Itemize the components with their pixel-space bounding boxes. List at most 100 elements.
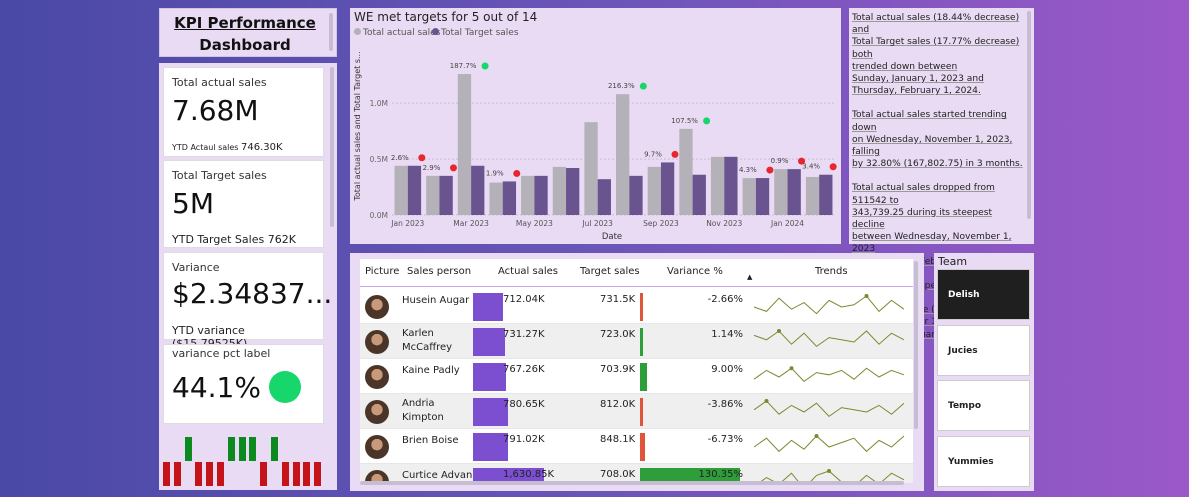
loss-bar xyxy=(303,462,311,486)
team-button-delish[interactable]: Delish xyxy=(937,269,1030,320)
table-row[interactable]: Husein Augar 712.04K 731.5K -2.66% xyxy=(360,289,913,324)
table-vertical-scrollbar[interactable] xyxy=(914,261,918,429)
actual-sales-bar xyxy=(473,363,507,391)
variance-value: -6.73% xyxy=(707,434,743,445)
title-scrollbar[interactable] xyxy=(329,13,333,51)
bar-target xyxy=(439,175,453,215)
table-row[interactable]: Andria Kimpton 780.65K 812.0K -3.86% xyxy=(360,394,913,429)
sort-arrow-icon[interactable]: ▲ xyxy=(747,273,752,281)
bar-actual xyxy=(710,156,725,215)
variance-value: -3.86% xyxy=(707,399,743,410)
win-bar xyxy=(249,437,257,461)
status-dot xyxy=(513,169,521,177)
kpi-scrollbar[interactable] xyxy=(330,67,334,227)
table-row[interactable]: Karlen McCaffrey 731.27K 723.0K 1.14% xyxy=(360,324,913,359)
bar-actual xyxy=(742,178,756,215)
variance-value: 1.14% xyxy=(711,329,743,340)
actual-sales-value: 712.04K xyxy=(503,294,545,305)
dashboard-title-box: KPI Performance Dashboard xyxy=(159,8,337,57)
col-header-sales-person[interactable]: Sales person xyxy=(407,266,471,277)
team-button-jucies[interactable]: Jucies xyxy=(937,325,1030,376)
sparkline-path xyxy=(753,295,905,315)
actual-sales-value: 767.26K xyxy=(503,364,545,375)
status-dot xyxy=(449,164,457,172)
col-header-target-sales[interactable]: Target sales xyxy=(580,266,640,277)
trend-sparkline xyxy=(753,294,905,315)
avatar xyxy=(365,330,389,354)
salesperson-name: Kaine Padly xyxy=(402,365,460,376)
kpi-card-target-sales: Total Target sales 5M YTD Target Sales 7… xyxy=(163,160,324,248)
team-button-yummies[interactable]: Yummies xyxy=(937,436,1030,487)
data-label: 2.6% xyxy=(391,154,409,162)
narrative-scrollbar[interactable] xyxy=(1027,11,1031,219)
variance-bar xyxy=(640,363,647,391)
variance-value: 9.00% xyxy=(711,364,743,375)
win-bar xyxy=(271,437,278,461)
sparkline-peak xyxy=(814,434,819,438)
variance-value: 130.35% xyxy=(698,469,744,480)
avatar xyxy=(365,295,389,319)
kpi-label: variance pct label xyxy=(172,347,271,360)
sparkline-peak xyxy=(827,469,831,473)
kpi-label: Total Target sales xyxy=(172,169,267,182)
actual-sales-value: 1,630.85K xyxy=(503,469,555,480)
team-button-tempo[interactable]: Tempo xyxy=(937,380,1030,431)
bar-target xyxy=(566,168,580,215)
bar-target xyxy=(597,179,611,215)
smart-narrative: Total actual sales (18.44% decrease) and… xyxy=(849,8,1034,340)
target-sales-value: 723.0K xyxy=(600,329,636,340)
bar-target xyxy=(724,156,738,215)
status-indicator-dot xyxy=(269,371,301,403)
narrative-line: Total actual sales started trending down xyxy=(852,110,1007,133)
bar-target xyxy=(755,178,770,215)
salesperson-table: Picture Sales person Actual sales Target… xyxy=(350,253,924,491)
variance-bar xyxy=(640,328,643,356)
avatar xyxy=(365,400,389,424)
trend-sparkline xyxy=(753,329,905,348)
kpi-sub-label: YTD Target Sales 762K xyxy=(172,233,296,246)
status-dot xyxy=(766,166,774,174)
x-tick-label: Jan 2024 xyxy=(770,219,804,228)
actual-sales-bar xyxy=(473,328,505,356)
kpi-card-actual-sales: Total actual sales 7.68M YTD Actaul sale… xyxy=(163,67,324,157)
salesperson-name: Karlen McCaffrey xyxy=(402,328,453,353)
trend-sparkline xyxy=(753,399,905,418)
col-header-actual-sales[interactable]: Actual sales xyxy=(498,266,558,277)
dashboard-subtitle: Dashboard xyxy=(199,36,291,54)
target-sales-value: 731.5K xyxy=(600,294,636,305)
sparkline-path xyxy=(753,330,905,348)
status-dot xyxy=(703,117,711,125)
sparkline-peak xyxy=(864,294,869,298)
kpi-value: 5M xyxy=(172,187,214,220)
win-bar xyxy=(184,437,192,461)
loss-bar xyxy=(195,462,203,486)
bar-actual xyxy=(679,128,693,215)
table-row[interactable]: Brien Boise 791.02K 848.1K -6.73% xyxy=(360,429,913,464)
table-row[interactable]: Kaine Padly 767.26K 703.9K 9.00% xyxy=(360,359,913,394)
salesperson-name: Andria Kimpton xyxy=(402,398,444,423)
col-header-picture[interactable]: Picture xyxy=(365,266,399,277)
col-header-variance[interactable]: Variance % xyxy=(667,266,723,277)
header-divider xyxy=(360,286,913,287)
bar-target xyxy=(502,181,517,215)
col-header-trends[interactable]: Trends xyxy=(815,266,848,277)
bar-actual xyxy=(489,182,503,215)
avatar xyxy=(365,365,389,389)
bar-target xyxy=(660,162,675,215)
data-label: 2.9% xyxy=(423,164,441,172)
bar-chart-svg: 0.0M 0.5M 1.0M Total actual sales and Total… xyxy=(353,51,837,242)
kpi-column: Total actual sales 7.68M YTD Actaul sale… xyxy=(159,63,337,490)
slicer-header: Team xyxy=(938,255,968,268)
table-body: Picture Sales person Actual sales Target… xyxy=(360,259,913,483)
data-label: 4.3% xyxy=(739,166,757,174)
x-tick-label: May 2023 xyxy=(516,219,553,228)
variance-bar xyxy=(640,293,643,321)
table-horizontal-scrollbar[interactable] xyxy=(360,481,904,485)
status-dot xyxy=(481,62,489,70)
x-tick-label: Sep 2023 xyxy=(643,219,679,228)
kpi-label: Variance xyxy=(172,261,220,274)
x-tick-label: Nov 2023 xyxy=(706,219,742,228)
kpi-value: 44.1% xyxy=(172,371,261,404)
narrative-line: Thursday, February 1, 2024. xyxy=(852,86,981,97)
bar-actual xyxy=(616,94,630,215)
